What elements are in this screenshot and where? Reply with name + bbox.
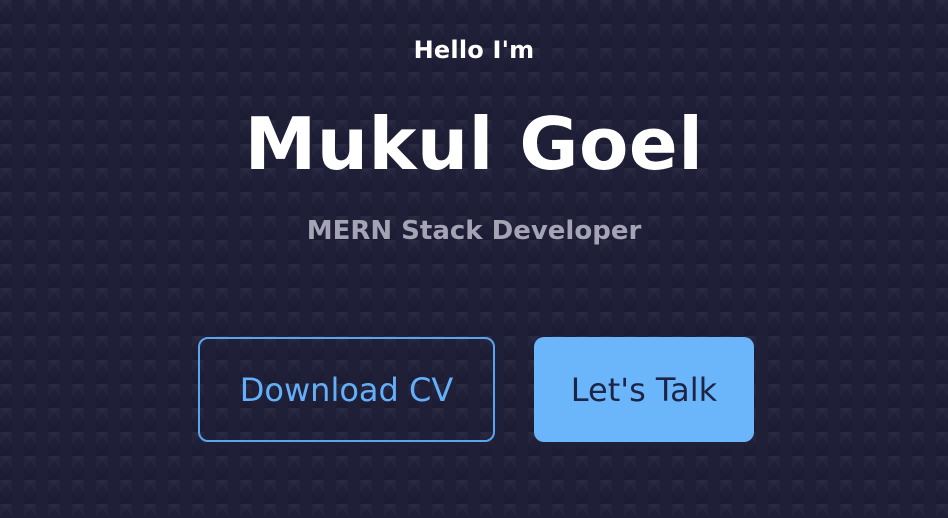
developer-role: MERN Stack Developer [306,216,642,246]
download-cv-label: Download CV [239,370,454,409]
lets-talk-button[interactable]: Let's Talk [534,337,754,442]
lets-talk-label: Let's Talk [570,370,718,409]
download-cv-button[interactable]: Download CV [198,337,495,442]
greeting-text: Hello I'm [413,36,535,64]
developer-name: Mukul Goel [244,102,704,186]
hero-section: Hello I'm Mukul Goel MERN Stack Develope… [0,0,948,518]
